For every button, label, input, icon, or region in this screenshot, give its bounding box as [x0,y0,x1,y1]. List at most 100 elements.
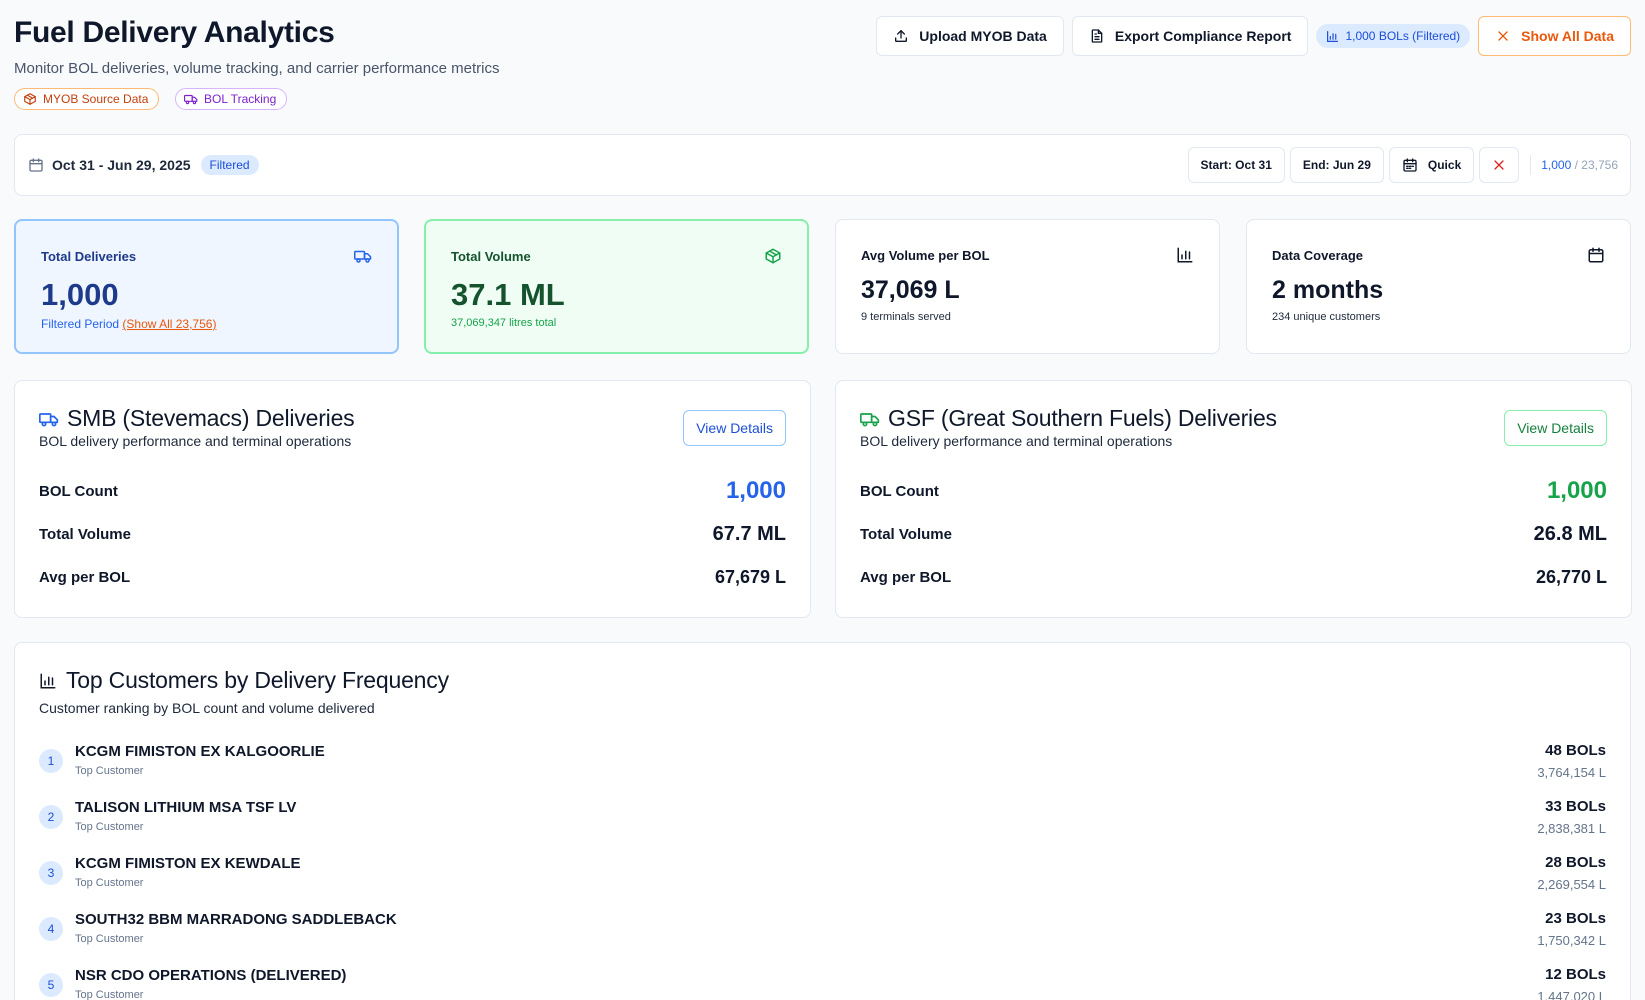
close-icon [1494,160,1504,170]
customer-bols: 48 BOLs [1545,742,1606,759]
rank-badge: 3 [39,861,63,885]
customer-bols: 12 BOLs [1545,966,1606,983]
list-item[interactable]: 2 TALISON LITHIUM MSA TSF LV Top Custome… [39,798,1606,855]
customer-tag: Top Customer [75,933,144,945]
filtered-period-text: Filtered Period [41,317,120,331]
total-volume-row: Total Volume 26.8 ML [860,523,1607,546]
list-item[interactable]: 1 KCGM FIMISTON EX KALGOORLIE Top Custom… [39,742,1606,799]
filtered-bols-badge: 1,000 BOLs (Filtered) [1316,24,1471,48]
kpi-value: 37.1 ML [451,277,565,312]
bol-count-row: BOL Count 1,000 [39,477,786,505]
kpi-value: 37,069 L [861,276,960,304]
quick-label: Quick [1427,158,1462,172]
row-value: 67,679 L [714,567,786,587]
calendar-icon [1403,158,1417,172]
customers-title-text: Top Customers by Delivery Frequency [66,667,449,693]
package-icon [765,248,781,264]
top-customers-card: Top Customers by Delivery Frequency Cust… [14,642,1631,1000]
customer-volume: 3,764,154 L [1537,765,1606,780]
bol-tracking-tag: BOL Tracking [175,88,288,110]
list-item[interactable]: 5 NSR CDO OPERATIONS (DELIVERED) Top Cus… [39,966,1606,1000]
show-all-data-button[interactable]: Show All Data [1478,16,1631,56]
gsf-deliveries-card: GSF (Great Southern Fuels) Deliveries BO… [835,380,1632,618]
export-compliance-button[interactable]: Export Compliance Report [1071,16,1309,56]
customer-tag: Top Customer [75,989,144,1000]
carrier-title-text: SMB (Stevemacs) Deliveries [67,405,355,431]
bar-chart-icon [1327,30,1339,42]
row-value: 1,000 [1546,477,1607,504]
customer-name: SOUTH32 BBM MARRADONG SADDLEBACK [75,911,397,928]
kpi-cards: Total Deliveries 1,000 Filtered Period (… [14,219,1631,354]
kpi-subtext: Filtered Period (Show All 23,756) [41,317,216,331]
carrier-title: SMB (Stevemacs) Deliveries [39,405,355,432]
row-value: 26.8 ML [1533,523,1607,545]
upload-myob-button[interactable]: Upload MYOB Data [876,16,1064,56]
kpi-label: Data Coverage [1272,248,1364,263]
filtered-badge-label: 1,000 BOLs (Filtered) [1345,29,1461,43]
filtered-status-badge: Filtered [200,155,259,175]
kpi-value: 1,000 [41,277,119,312]
smb-view-details-button[interactable]: View Details [683,410,786,446]
date-range-display: Oct 31 - Jun 29, 2025 Filtered [28,135,259,195]
data-coverage-card: Data Coverage 2 months 234 unique custom… [1246,219,1631,354]
row-label: Total Volume [39,526,131,543]
list-item[interactable]: 3 KCGM FIMISTON EX KEWDALE Top Customer … [39,854,1606,911]
row-label: Avg per BOL [860,569,952,586]
customers-subtitle: Customer ranking by BOL count and volume… [39,700,375,716]
myob-source-tag: MYOB Source Data [14,88,160,110]
package-icon [24,93,36,105]
customer-volume: 1,750,342 L [1537,933,1606,948]
truck-icon [184,94,198,105]
page-header: Fuel Delivery Analytics Monitor BOL deli… [14,0,1631,128]
export-label: Export Compliance Report [1114,28,1292,44]
avg-per-bol-row: Avg per BOL 26,770 L [860,567,1607,588]
carrier-title-text: GSF (Great Southern Fuels) Deliveries [888,405,1277,431]
customer-bols: 23 BOLs [1545,910,1606,927]
rank-badge: 4 [39,917,63,941]
row-label: BOL Count [860,482,939,500]
show-all-link[interactable]: (Show All 23,756) [122,317,216,331]
carrier-subtitle: BOL delivery performance and terminal op… [39,433,352,449]
record-counter: 1,000 / 23,756 [1530,155,1618,175]
bol-tag-label: BOL Tracking [204,92,277,106]
gsf-view-details-button[interactable]: View Details [1504,410,1607,446]
upload-icon [895,30,908,42]
rank-badge: 5 [39,973,63,997]
bar-chart-icon [1177,247,1193,263]
customer-bols: 33 BOLs [1545,798,1606,815]
row-label: BOL Count [39,482,118,500]
customer-name: NSR CDO OPERATIONS (DELIVERED) [75,967,347,984]
kpi-value: 2 months [1272,276,1384,304]
page-subtitle: Monitor BOL deliveries, volume tracking,… [14,60,500,77]
date-range-text: Oct 31 - Jun 29, 2025 [52,157,191,173]
list-item[interactable]: 4 SOUTH32 BBM MARRADONG SADDLEBACK Top C… [39,910,1606,967]
show-all-label: Show All Data [1521,28,1614,44]
kpi-subtext: 234 unique customers [1272,311,1381,323]
myob-tag-label: MYOB Source Data [43,92,149,106]
calendar-icon [1588,247,1604,263]
count-shown: 1,000 [1541,158,1572,172]
page-title: Fuel Delivery Analytics [14,16,335,49]
row-label: Avg per BOL [39,569,131,586]
kpi-label: Avg Volume per BOL [861,248,990,263]
quick-range-button[interactable]: Quick [1388,147,1475,183]
customer-volume: 1,447,020 L [1537,989,1606,1000]
customer-list: 1 KCGM FIMISTON EX KALGOORLIE Top Custom… [39,742,1606,1000]
end-date-button[interactable]: End: Jun 29 [1289,147,1384,183]
start-date-button[interactable]: Start: Oct 31 [1187,147,1285,183]
customer-bols: 28 BOLs [1545,854,1606,871]
date-filter-bar: Oct 31 - Jun 29, 2025 Filtered Start: Oc… [14,134,1631,196]
analytics-page: Fuel Delivery Analytics Monitor BOL deli… [14,0,1632,1000]
carrier-title: GSF (Great Southern Fuels) Deliveries [860,405,1277,432]
customer-tag: Top Customer [75,821,144,833]
count-separator: / [1571,158,1582,172]
upload-label: Upload MYOB Data [919,28,1047,44]
header-actions: Upload MYOB Data Export Compliance Repor… [876,16,1631,56]
date-filter-controls: Start: Oct 31 End: Jun 29 Quick 1,000 / … [1187,147,1618,183]
row-value: 67.7 ML [712,523,786,545]
kpi-label: Total Volume [451,249,531,264]
smb-deliveries-card: SMB (Stevemacs) Deliveries BOL delivery … [14,380,811,618]
close-icon [1498,31,1508,41]
kpi-subtext: 9 terminals served [861,311,951,323]
clear-date-filter-button[interactable] [1479,147,1520,183]
